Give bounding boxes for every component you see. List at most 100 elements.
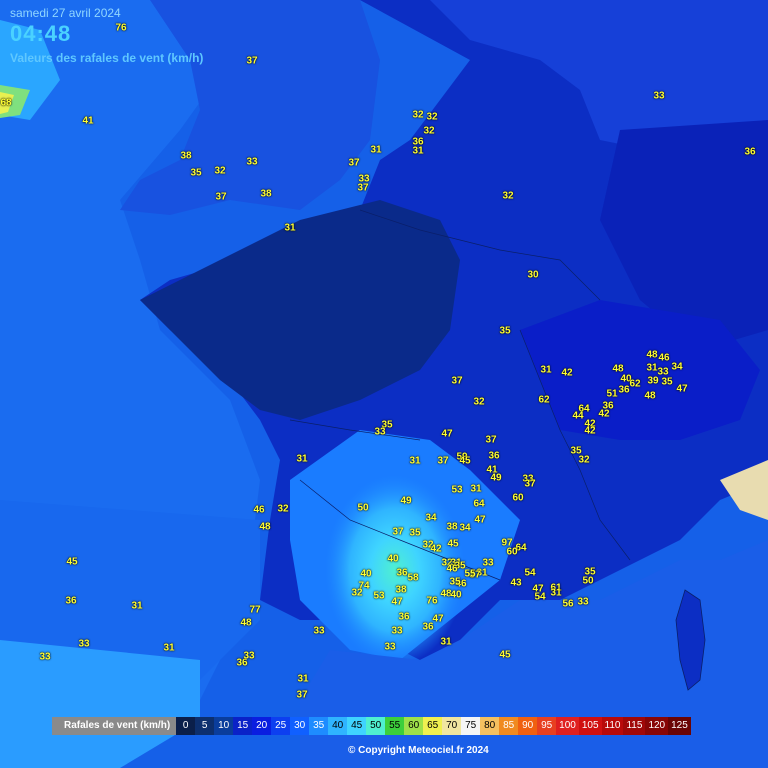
station-value: 32 xyxy=(351,587,363,599)
station-value: 62 xyxy=(538,394,550,406)
station-value: 36 xyxy=(488,450,500,462)
station-value: 47 xyxy=(676,383,688,395)
station-value: 54 xyxy=(524,567,536,579)
station-value: 31 xyxy=(412,145,424,157)
station-value: 39 xyxy=(647,375,659,387)
station-value: 35 xyxy=(190,167,202,179)
wind-gust-map: samedi 27 avril 2024 04:48 Valeurs des r… xyxy=(0,0,768,768)
station-value: 60 xyxy=(512,492,524,504)
station-value: 36 xyxy=(65,595,77,607)
legend-swatch: 120 xyxy=(645,717,669,735)
station-value: 31 xyxy=(284,222,296,234)
station-value: 42 xyxy=(584,425,596,437)
station-value: 68 xyxy=(0,97,12,109)
station-value: 36 xyxy=(396,567,408,579)
station-value: 37 xyxy=(357,182,369,194)
station-value: 34 xyxy=(671,361,683,373)
station-value: 31 xyxy=(470,483,482,495)
station-value: 53 xyxy=(373,590,385,602)
station-value: 33 xyxy=(374,426,386,438)
station-value: 33 xyxy=(653,90,665,102)
legend-swatch: 30 xyxy=(290,717,310,735)
station-value: 34 xyxy=(425,512,437,524)
station-value: 32 xyxy=(473,396,485,408)
station-value: 37 xyxy=(246,55,258,67)
station-value: 36 xyxy=(398,611,410,623)
station-value: 33 xyxy=(243,650,255,662)
station-value: 49 xyxy=(400,495,412,507)
station-value: 40 xyxy=(450,589,462,601)
station-value: 32 xyxy=(426,111,438,123)
station-value: 37 xyxy=(524,478,536,490)
station-value: 60 xyxy=(506,546,518,558)
station-value: 31 xyxy=(296,453,308,465)
legend-swatch: 40 xyxy=(328,717,348,735)
legend-swatch: 100 xyxy=(556,717,579,735)
legend-swatch: 20 xyxy=(252,717,272,735)
station-value: 31 xyxy=(131,600,143,612)
station-value: 58 xyxy=(407,572,419,584)
legend-swatch: 5 xyxy=(195,717,215,735)
legend-swatch: 115 xyxy=(623,717,646,735)
station-value: 47 xyxy=(441,428,453,440)
legend-swatch: 0 xyxy=(176,717,196,735)
station-value: 49 xyxy=(490,472,502,484)
station-value: 36 xyxy=(618,384,630,396)
station-value: 47 xyxy=(474,514,486,526)
legend-swatch: 85 xyxy=(499,717,519,735)
station-value: 42 xyxy=(430,543,442,555)
station-value: 38 xyxy=(395,584,407,596)
legend-swatch: 15 xyxy=(233,717,253,735)
station-value: 34 xyxy=(459,522,471,534)
legend-title: Rafales de vent (km/h) xyxy=(52,717,177,735)
station-value: 32 xyxy=(578,454,590,466)
station-value: 37 xyxy=(437,455,449,467)
legend-swatch: 105 xyxy=(578,717,602,735)
station-value: 51 xyxy=(606,388,618,400)
legend-swatch: 75 xyxy=(461,717,481,735)
station-value: 36 xyxy=(602,400,614,412)
station-value: 32 xyxy=(277,503,289,515)
station-value: 48 xyxy=(646,349,658,361)
legend-swatch: 95 xyxy=(537,717,557,735)
station-value: 54 xyxy=(534,591,546,603)
station-value: 32 xyxy=(214,165,226,177)
station-value: 37 xyxy=(392,526,404,538)
station-value: 37 xyxy=(485,434,497,446)
station-value: 31 xyxy=(550,587,562,599)
station-value: 64 xyxy=(473,498,485,510)
legend-swatch: 50 xyxy=(366,717,386,735)
legend-swatch: 90 xyxy=(518,717,538,735)
legend-swatch: 55 xyxy=(385,717,405,735)
station-value: 45 xyxy=(447,538,459,550)
legend-swatch: 25 xyxy=(271,717,291,735)
station-value: 31 xyxy=(163,642,175,654)
legend-swatch: 65 xyxy=(423,717,443,735)
station-value: 46 xyxy=(658,352,670,364)
station-value: 31 xyxy=(409,455,421,467)
station-value: 76 xyxy=(115,22,127,34)
legend-swatch: 125 xyxy=(668,717,691,735)
station-value: 45 xyxy=(66,556,78,568)
station-value: 41 xyxy=(82,115,94,127)
station-value: 37 xyxy=(451,375,463,387)
station-value: 32 xyxy=(423,125,435,137)
map-subtitle: Valeurs des rafales de vent (km/h) xyxy=(10,51,204,65)
station-value: 32 xyxy=(502,190,514,202)
station-value: 33 xyxy=(313,625,325,637)
station-value: 35 xyxy=(499,325,511,337)
station-value: 50 xyxy=(357,502,369,514)
station-value: 33 xyxy=(391,625,403,637)
station-value: 42 xyxy=(561,367,573,379)
station-value: 35 xyxy=(409,527,421,539)
station-value: 53 xyxy=(451,484,463,496)
station-value: 31 xyxy=(297,673,309,685)
station-value: 33 xyxy=(246,156,258,168)
map-time: 04:48 xyxy=(10,21,72,46)
station-value: 77 xyxy=(249,604,261,616)
station-value: 76 xyxy=(426,595,438,607)
legend-swatch: 45 xyxy=(347,717,367,735)
station-value: 46 xyxy=(446,563,458,575)
station-value: 31 xyxy=(370,144,382,156)
legend-swatch: 10 xyxy=(214,717,234,735)
